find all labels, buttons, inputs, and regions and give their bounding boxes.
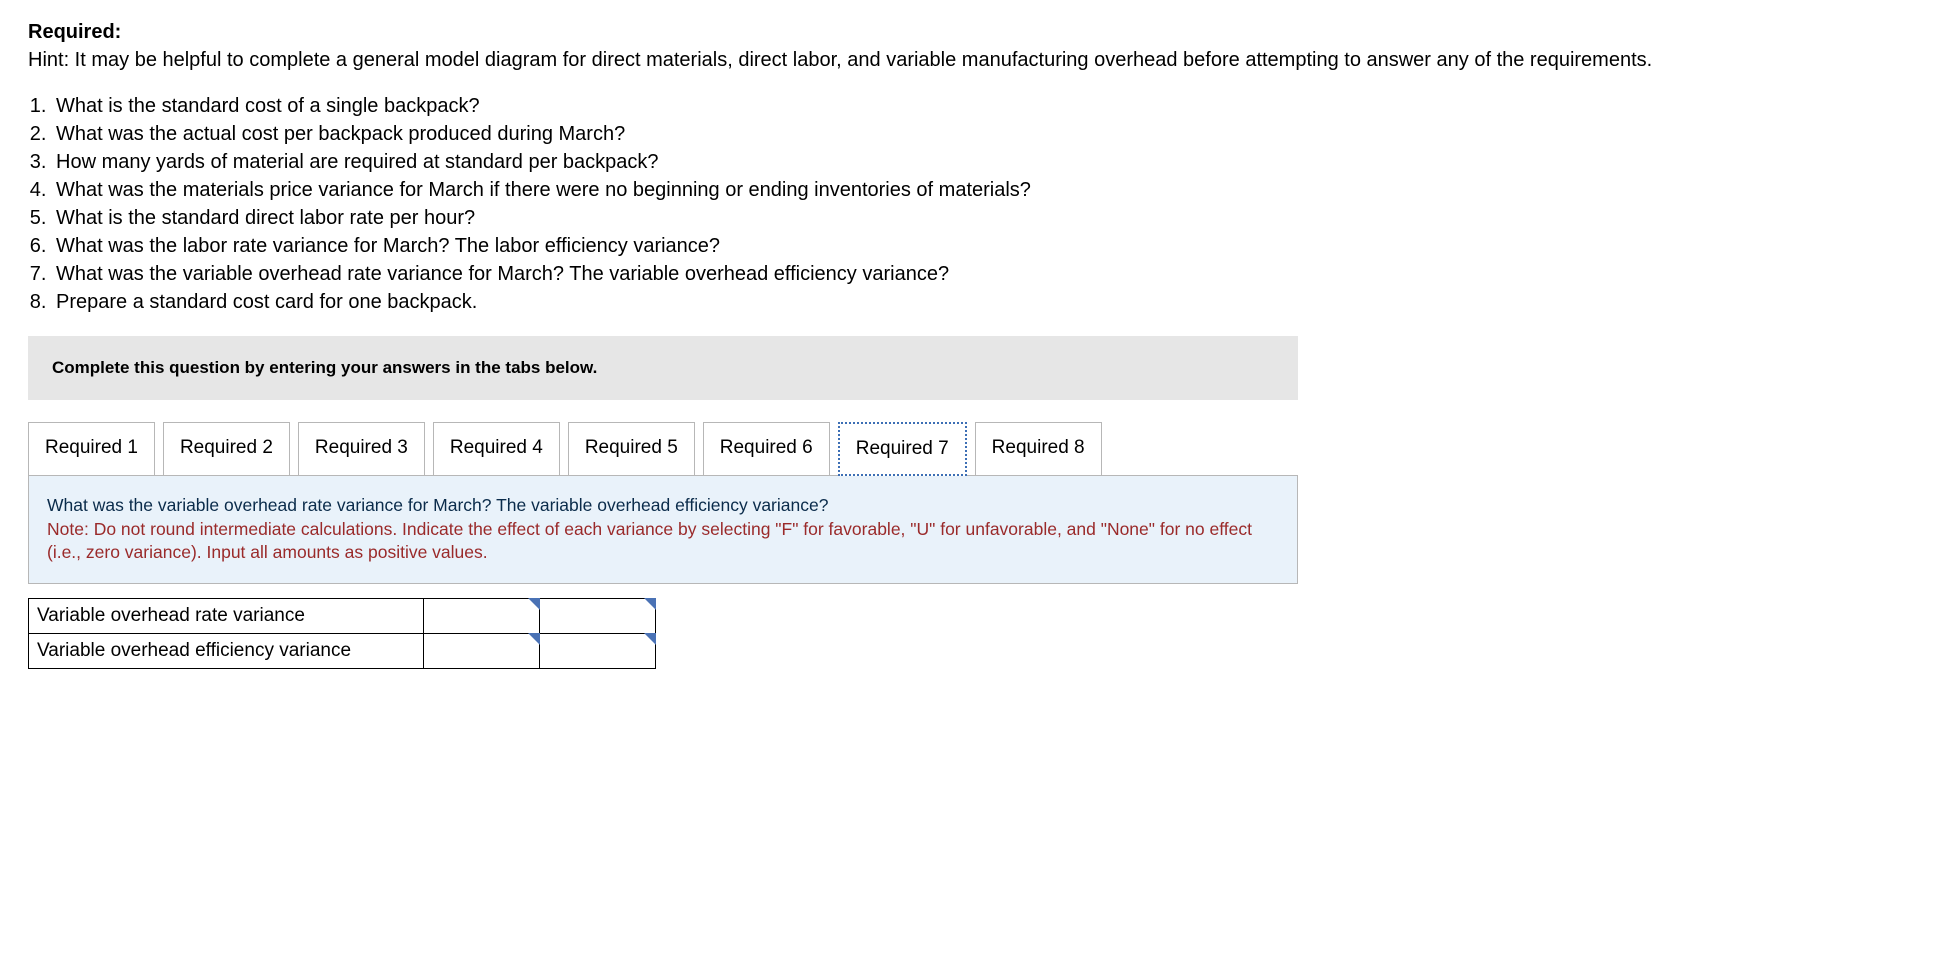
question-item: What was the actual cost per backpack pr… <box>52 120 1874 148</box>
question-item: What was the variable overhead rate vari… <box>52 260 1874 288</box>
tab-required-5[interactable]: Required 5 <box>568 422 695 476</box>
hint-text: Hint: It may be helpful to complete a ge… <box>28 49 1652 71</box>
panel-question: What was the variable overhead rate vari… <box>47 494 1279 518</box>
tab-required-8[interactable]: Required 8 <box>975 422 1102 476</box>
row-label: Variable overhead rate variance <box>29 598 424 633</box>
dropdown-indicator-icon <box>528 598 540 610</box>
tab-required-1[interactable]: Required 1 <box>28 422 155 476</box>
question-panel: What was the variable overhead rate vari… <box>28 475 1298 584</box>
question-item: How many yards of material are required … <box>52 148 1874 176</box>
dropdown-indicator-icon <box>644 633 656 645</box>
questions-list: What is the standard cost of a single ba… <box>28 92 1874 316</box>
required-label: Required: <box>28 21 121 43</box>
tabs-row: Required 1 Required 2 Required 3 Require… <box>28 422 1874 476</box>
question-item: What was the labor rate variance for Mar… <box>52 232 1874 260</box>
question-item: What was the materials price variance fo… <box>52 176 1874 204</box>
tab-required-6[interactable]: Required 6 <box>703 422 830 476</box>
row-label: Variable overhead efficiency variance <box>29 633 424 668</box>
amount-input[interactable] <box>424 598 540 633</box>
answer-table: Variable overhead rate variance Variable… <box>28 598 656 669</box>
header-hint: Required: Hint: It may be helpful to com… <box>28 18 1874 74</box>
question-item: What is the standard direct labor rate p… <box>52 204 1874 232</box>
panel-note: Note: Do not round intermediate calculat… <box>47 518 1279 565</box>
table-row: Variable overhead rate variance <box>29 598 656 633</box>
dropdown-indicator-icon <box>644 598 656 610</box>
dropdown-indicator-icon <box>528 633 540 645</box>
table-row: Variable overhead efficiency variance <box>29 633 656 668</box>
effect-select[interactable] <box>540 633 656 668</box>
question-item: What is the standard cost of a single ba… <box>52 92 1874 120</box>
question-item: Prepare a standard cost card for one bac… <box>52 288 1874 316</box>
effect-select[interactable] <box>540 598 656 633</box>
tab-required-7[interactable]: Required 7 <box>838 422 967 476</box>
amount-input[interactable] <box>424 633 540 668</box>
tab-required-2[interactable]: Required 2 <box>163 422 290 476</box>
tab-required-4[interactable]: Required 4 <box>433 422 560 476</box>
tab-required-3[interactable]: Required 3 <box>298 422 425 476</box>
instruction-bar: Complete this question by entering your … <box>28 336 1298 400</box>
